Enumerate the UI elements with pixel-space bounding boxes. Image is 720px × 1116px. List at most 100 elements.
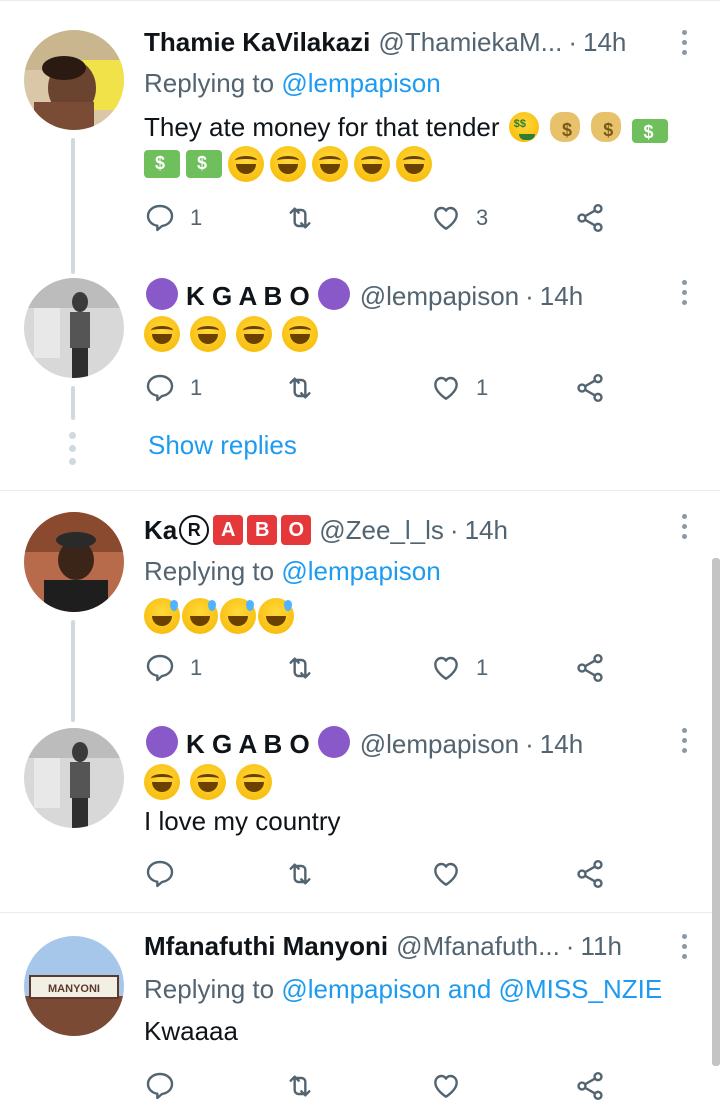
avatar-mfanafuthi[interactable]: MANYONI — [24, 936, 124, 1036]
avatar-kgabo[interactable] — [24, 728, 124, 828]
letter-o-button-icon: O — [281, 515, 312, 545]
face-with-tears-of-joy-icon — [144, 764, 180, 800]
face-with-tears-of-joy-icon — [236, 316, 272, 352]
display-name[interactable]: K G A B O — [186, 729, 310, 760]
thread-line — [71, 138, 75, 274]
share-icon — [577, 860, 603, 888]
reply-button[interactable] — [144, 1070, 176, 1102]
replying-to-handle[interactable]: @lempapison — [281, 556, 440, 586]
grinning-face-with-sweat-icon — [182, 598, 218, 634]
user-handle[interactable]: @lempapison — [360, 281, 519, 312]
retweet-icon — [289, 1075, 311, 1097]
face-with-tears-of-joy-icon — [236, 764, 272, 800]
dollar-banknote-icon — [186, 150, 222, 178]
avatar-thamie[interactable] — [24, 30, 124, 130]
more-vertical-icon[interactable] — [672, 22, 696, 62]
emoji-line — [144, 316, 318, 352]
user-handle[interactable]: @lempapison — [360, 729, 519, 760]
user-handle[interactable]: @ThamiekaM... — [378, 27, 562, 58]
more-vertical-icon[interactable] — [672, 926, 696, 966]
replying-to: Replying to @lempapison and @MISS_NZIE — [144, 974, 662, 1005]
grinning-face-with-sweat-icon — [220, 598, 256, 634]
section-divider — [0, 912, 720, 913]
smiling-face-with-horns-icon — [317, 726, 350, 758]
reply-button[interactable]: 1 — [144, 202, 202, 234]
replying-to-prefix: Replying to — [144, 556, 275, 586]
timestamp[interactable]: 11h — [580, 931, 621, 962]
share-icon — [577, 654, 603, 682]
like-button[interactable] — [430, 858, 462, 890]
tweet-text: I love my country — [144, 806, 341, 836]
smiling-face-with-horns-icon — [146, 726, 178, 758]
replying-to-handle[interactable]: @lempapison — [281, 974, 440, 1004]
replying-to-and: and — [447, 974, 492, 1004]
share-button[interactable] — [574, 372, 606, 404]
face-with-tears-of-joy-icon — [270, 146, 306, 182]
timestamp[interactable]: 14h — [583, 27, 626, 58]
retweet-button[interactable] — [284, 1070, 316, 1102]
smiling-face-with-horns-icon — [146, 278, 178, 310]
replying-to-prefix: Replying to — [144, 68, 275, 98]
letter-b-button-icon: B — [247, 515, 278, 545]
share-button[interactable] — [574, 858, 606, 890]
reply-icon — [146, 374, 174, 402]
smiling-face-with-horns-icon — [317, 278, 350, 310]
like-button[interactable]: 1 — [430, 652, 488, 684]
like-button[interactable] — [430, 1070, 462, 1102]
retweet-button[interactable] — [284, 372, 316, 404]
retweet-button[interactable] — [284, 858, 316, 890]
display-name[interactable]: K G A B O — [186, 281, 310, 312]
tweet-text: They ate money for that tender — [144, 112, 670, 144]
tweet-header: K G A B O @lempapison · 14h — [144, 276, 696, 316]
face-with-tears-of-joy-icon — [396, 146, 432, 182]
separator-dot: · — [565, 930, 575, 961]
share-button[interactable] — [574, 1070, 606, 1102]
replying-to-handle-2[interactable]: @MISS_NZIE — [499, 974, 663, 1004]
replying-to-handle[interactable]: @lempapison — [281, 68, 440, 98]
tweet-text-content: They ate money for that tender — [144, 112, 500, 142]
reply-button[interactable]: 1 — [144, 652, 202, 684]
retweet-icon — [289, 377, 311, 399]
face-with-tears-of-joy-icon — [190, 316, 226, 352]
show-replies-link[interactable]: Show replies — [148, 430, 297, 461]
more-vertical-icon[interactable] — [672, 506, 696, 546]
timestamp[interactable]: 14h — [465, 515, 508, 546]
more-vertical-icon[interactable] — [672, 272, 696, 312]
retweet-button[interactable] — [284, 202, 316, 234]
dollar-banknote-icon — [632, 119, 669, 144]
thread-line — [71, 620, 75, 722]
more-vertical-icon[interactable] — [672, 720, 696, 760]
like-button[interactable]: 1 — [430, 372, 488, 404]
like-button[interactable]: 3 — [430, 202, 488, 234]
like-count: 1 — [476, 655, 489, 680]
user-handle[interactable]: @Zee_l_ls — [319, 515, 444, 546]
share-icon — [577, 374, 603, 402]
reply-button[interactable] — [144, 858, 190, 890]
separator-dot: · — [525, 728, 534, 759]
tweet-actions: 1 3 — [144, 198, 614, 238]
top-divider — [0, 0, 720, 8]
display-name-prefix[interactable]: Ka — [144, 515, 177, 546]
scrollbar[interactable] — [712, 558, 720, 1066]
thread-line — [71, 386, 75, 420]
like-count: 3 — [476, 205, 489, 230]
face-with-tears-of-joy-icon — [144, 316, 180, 352]
reply-button[interactable]: 1 — [144, 372, 202, 404]
timestamp[interactable]: 14h — [540, 281, 583, 312]
tweet-text: Kwaaaa — [144, 1016, 238, 1046]
avatar-karabo[interactable] — [24, 512, 124, 612]
user-handle[interactable]: @Mfanafuth... — [396, 931, 560, 962]
share-button[interactable] — [574, 202, 606, 234]
face-with-tears-of-joy-icon — [190, 764, 226, 800]
face-with-tears-of-joy-icon — [282, 316, 318, 352]
reply-icon — [146, 654, 174, 682]
share-button[interactable] — [574, 652, 606, 684]
heart-icon — [434, 1074, 458, 1098]
letter-a-button-icon: A — [213, 515, 244, 545]
display-name[interactable]: Thamie KaVilakazi — [144, 27, 370, 58]
avatar-kgabo[interactable] — [24, 278, 124, 378]
display-name[interactable]: Mfanafuthi Manyoni — [144, 931, 388, 962]
retweet-icon — [289, 863, 311, 885]
retweet-button[interactable] — [284, 652, 316, 684]
timestamp[interactable]: 14h — [540, 729, 583, 760]
